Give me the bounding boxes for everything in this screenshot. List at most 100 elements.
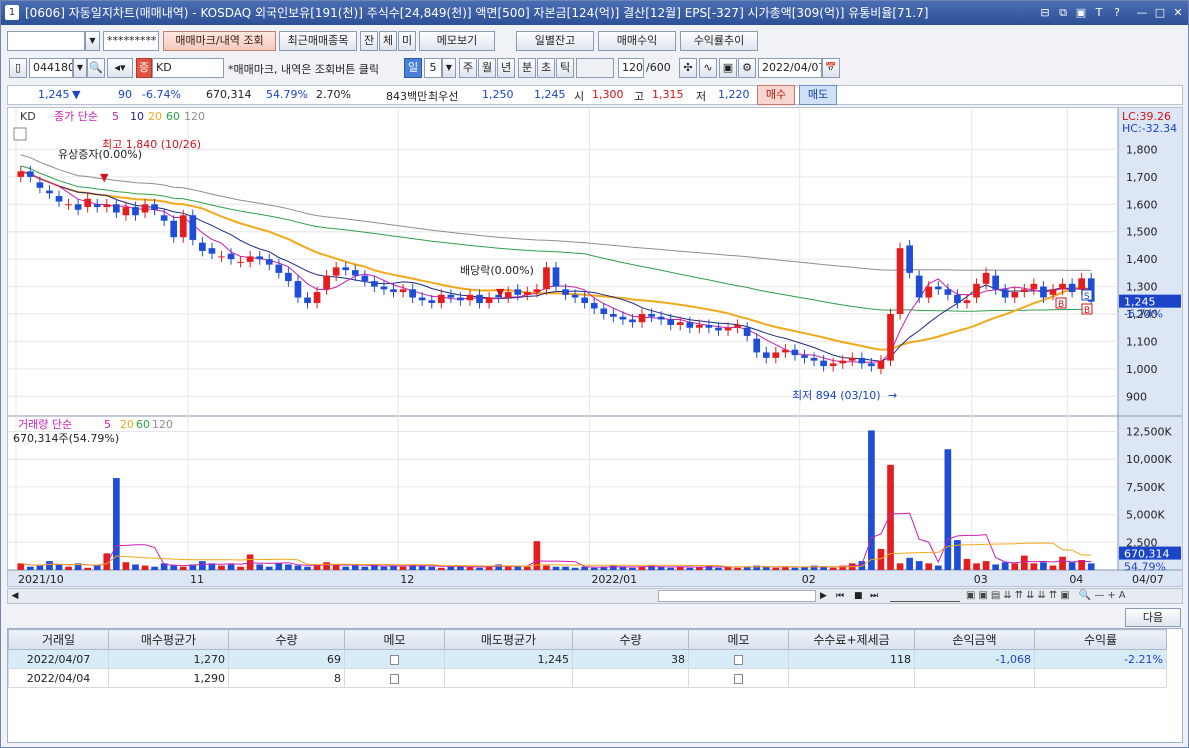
maximize-icon[interactable]: □	[1153, 5, 1167, 20]
memo-view-button[interactable]: 메모보기	[419, 31, 495, 51]
candle-body	[753, 338, 761, 353]
code-list-icon[interactable]: ▯	[9, 58, 27, 78]
candle-body	[285, 272, 292, 282]
search-icon[interactable]: 🔍	[87, 58, 105, 78]
col-trade-date[interactable]: 거래일	[8, 629, 109, 650]
buy-memo-icon[interactable]	[344, 649, 445, 669]
restore-layout-icon[interactable]: ⧉	[1056, 5, 1070, 20]
trade-history-grid[interactable]: 거래일 매수평균가 수량 메모 매도평균가 수량 메모 수수료+제세금 손익금액…	[7, 628, 1183, 743]
stock-chart[interactable]: 9001,0001,1001,2001,3001,4001,5001,6001,…	[8, 108, 1182, 586]
candle-body	[141, 204, 149, 213]
sell-button[interactable]: 매도	[799, 85, 837, 105]
volume-title: 거래량 단순	[18, 418, 72, 431]
balance-button[interactable]: 잔	[360, 31, 378, 51]
window-number-badge[interactable]: 1	[5, 5, 19, 20]
trade-mark-query-button[interactable]: 매매마크/내역 조회	[163, 31, 276, 51]
help-icon[interactable]: ?	[1110, 5, 1124, 20]
daily-balance-button[interactable]: 일별잔고	[516, 31, 594, 51]
split-icon[interactable]: ⊟	[1038, 5, 1052, 20]
trade-profit-button[interactable]: 매매수익	[598, 31, 676, 51]
table-row[interactable]: 2022/04/04 1,290 8	[8, 668, 1167, 688]
settings-icon[interactable]: ⚙	[738, 58, 756, 78]
candle-body	[667, 319, 675, 325]
filled-button[interactable]: 체	[379, 31, 397, 51]
col-buy-qty[interactable]: 수량	[228, 629, 345, 650]
last-icon[interactable]: ⏭	[870, 589, 884, 603]
period-tick-button[interactable]: 틱	[556, 58, 574, 78]
col-sell-avg[interactable]: 매도평균가	[444, 629, 573, 650]
stop-icon[interactable]: ■	[854, 589, 868, 603]
recent-trades-button[interactable]: 최근매매종목	[279, 31, 357, 51]
period-minute-button[interactable]: 분	[518, 58, 536, 78]
period-day-button[interactable]: 일	[404, 58, 422, 78]
dividend-annotation: 배당락(0.00%)	[460, 264, 534, 277]
candle-body	[543, 267, 550, 290]
account-dropdown-icon[interactable]: ▼	[85, 31, 100, 51]
best-label: 최우선	[428, 90, 459, 103]
col-buy-memo[interactable]: 메모	[344, 629, 445, 650]
period-dropdown-icon[interactable]: ▼	[442, 58, 456, 78]
sell-memo-icon[interactable]	[688, 668, 789, 688]
volume-legend-item: 20	[120, 418, 134, 431]
minimize-icon[interactable]: —	[1135, 5, 1149, 20]
period-year-button[interactable]: 년	[497, 58, 515, 78]
font-icon[interactable]: T	[1092, 5, 1106, 20]
save-icon[interactable]: ▣	[719, 58, 737, 78]
buy-memo-icon[interactable]	[344, 668, 445, 688]
x-tick-label: 04	[1069, 573, 1083, 586]
password-field[interactable]: *********	[103, 31, 159, 51]
zoom-slider[interactable]	[890, 590, 960, 602]
scroll-thumb[interactable]	[658, 590, 816, 602]
period-month-button[interactable]: 월	[478, 58, 496, 78]
first-icon[interactable]: ⏮	[836, 589, 850, 603]
col-sell-qty[interactable]: 수량	[572, 629, 689, 650]
col-buy-avg[interactable]: 매수평균가	[108, 629, 229, 650]
count-input[interactable]: 120	[618, 58, 644, 78]
col-pnl[interactable]: 손익금액	[914, 629, 1035, 650]
volume-bar	[705, 565, 713, 570]
volume-bar	[868, 430, 875, 570]
col-yield[interactable]: 수익률	[1034, 629, 1167, 650]
volume-rate-label: 54.79%	[1124, 561, 1166, 574]
volume-bar	[93, 565, 101, 570]
candle-body	[1040, 286, 1047, 298]
close-icon[interactable]: ✕	[1171, 5, 1185, 20]
calendar-icon[interactable]: 📅	[822, 58, 840, 78]
account-select[interactable]	[7, 31, 85, 51]
chart-scrollbar[interactable]: ◀ ▶ ⏮ ■ ⏭ ▣▣▤⇊⇈⇊⇊⇈▣ 🔍—+A	[7, 588, 1183, 604]
date-input[interactable]: 2022/04/07	[758, 58, 822, 78]
volume-label: 670,314주(54.79%)	[13, 432, 119, 445]
col-sell-memo[interactable]: 메모	[688, 629, 789, 650]
save-screen-icon[interactable]: ▣	[1074, 5, 1088, 20]
code-dropdown-icon[interactable]: ▼	[73, 58, 87, 78]
sell-memo-icon[interactable]	[688, 649, 789, 669]
crosshair-icon[interactable]: ✣	[679, 58, 697, 78]
scroll-left-icon[interactable]: ◀	[8, 589, 22, 603]
next-button[interactable]: 다음	[1125, 608, 1181, 627]
volume-bar	[46, 561, 53, 570]
interval-select[interactable]	[576, 58, 614, 78]
stock-code-input[interactable]: 044180	[29, 58, 73, 78]
yield-trend-button[interactable]: 수익률추이	[680, 31, 758, 51]
line-tool-icon[interactable]: ∿	[699, 58, 717, 78]
candle-body	[26, 171, 34, 177]
buy-button[interactable]: 매수	[757, 85, 795, 105]
period-week-button[interactable]: 주	[459, 58, 477, 78]
volume-bar	[26, 566, 34, 570]
volume-bar	[906, 557, 913, 570]
period-count-select[interactable]: 5	[424, 58, 442, 78]
volume-bar	[218, 565, 225, 570]
candle-body	[791, 349, 799, 356]
table-row[interactable]: 2022/04/07 1,270 69 1,245 38 118 -1,068 …	[8, 649, 1167, 669]
sound-icon[interactable]: ◂▾	[107, 58, 133, 78]
x-tick-label: 02	[802, 573, 816, 586]
period-second-button[interactable]: 초	[537, 58, 555, 78]
unfilled-button[interactable]: 미	[398, 31, 416, 51]
x-tick-label: 11	[190, 573, 204, 586]
candle-body	[648, 314, 655, 317]
candle-body	[896, 248, 904, 314]
scroll-right-icon[interactable]: ▶	[820, 589, 832, 603]
col-fee-tax[interactable]: 수수료+제세금	[788, 629, 915, 650]
chart-panel[interactable]: 900 1,000 1,100 1,200 1,300 1,400 1,500 1,600 1,…	[7, 107, 1183, 587]
chart-tools-icons[interactable]: ▣▣▤⇊⇈⇊⇊⇈▣ 🔍—+A	[966, 589, 1176, 603]
